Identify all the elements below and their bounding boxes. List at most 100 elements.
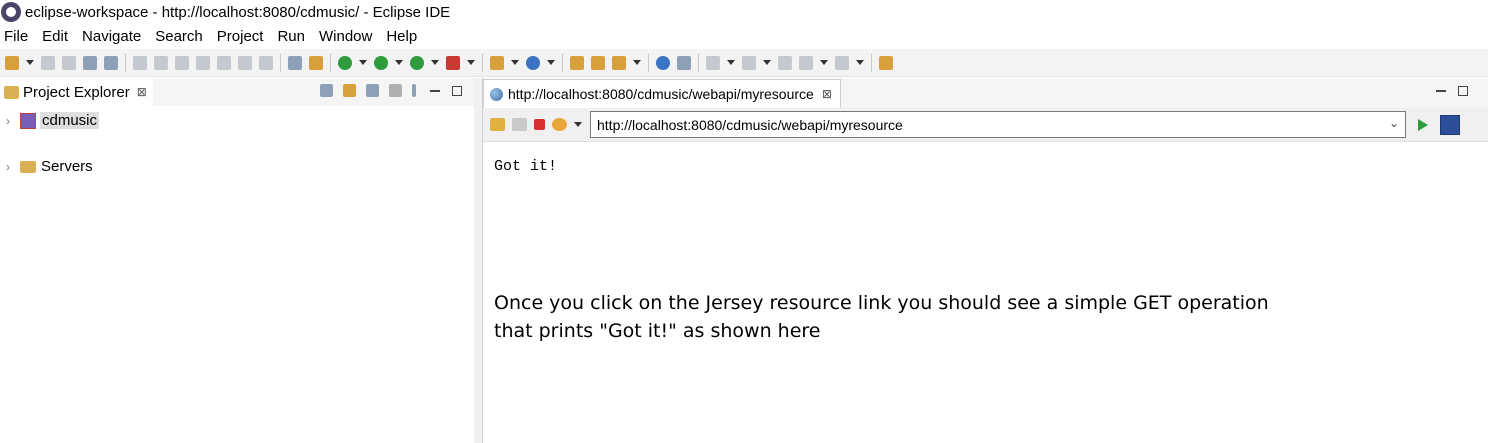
previous-annotation-icon[interactable] xyxy=(742,55,756,70)
last-edit-location-icon[interactable] xyxy=(778,55,792,70)
toolbar-separator xyxy=(648,53,649,72)
tree-item-label: Servers xyxy=(41,158,93,175)
toolbar-separator xyxy=(482,53,483,72)
menu-run[interactable]: Run xyxy=(277,28,305,45)
new-java-package-icon[interactable] xyxy=(490,55,504,70)
focus-icon[interactable] xyxy=(389,84,402,97)
eclipse-app-icon xyxy=(1,2,21,22)
stop-icon[interactable] xyxy=(534,119,545,130)
go-icon[interactable] xyxy=(1418,118,1428,131)
back-dropdown-icon[interactable] xyxy=(820,60,828,65)
link-with-editor-icon[interactable] xyxy=(343,84,356,97)
save-all-icon[interactable] xyxy=(62,55,76,70)
tree-item-label: cdmusic xyxy=(40,112,100,129)
browser-nav-bar: http://localhost:8080/cdmusic/webapi/myr… xyxy=(483,108,1488,142)
tab-label: Project Explorer xyxy=(23,83,130,101)
forward-icon[interactable] xyxy=(835,55,849,70)
menu-file[interactable]: File xyxy=(4,28,28,45)
filter-icon[interactable] xyxy=(366,84,379,97)
history-dropdown-icon[interactable] xyxy=(574,122,582,127)
disconnect-icon[interactable] xyxy=(196,55,210,70)
back-icon[interactable] xyxy=(799,55,813,70)
resume-icon[interactable] xyxy=(133,55,147,70)
back-icon[interactable] xyxy=(490,118,505,131)
search-dropdown-icon[interactable] xyxy=(633,60,641,65)
project-explorer-icon xyxy=(4,85,19,99)
coverage-icon[interactable] xyxy=(410,55,424,70)
search-icon[interactable] xyxy=(612,55,626,70)
close-icon[interactable]: ⊠ xyxy=(137,85,147,99)
menu-navigate[interactable]: Navigate xyxy=(82,28,141,45)
skip-breakpoints-icon[interactable] xyxy=(104,55,118,70)
step-over-icon[interactable] xyxy=(238,55,252,70)
tab-label: http://localhost:8080/cdmusic/webapi/myr… xyxy=(508,86,814,102)
open-task-icon[interactable] xyxy=(591,55,605,70)
tree-item-servers[interactable]: › Servers xyxy=(6,158,93,175)
toolbar-separator xyxy=(871,53,872,72)
new-dropdown-icon[interactable] xyxy=(26,60,34,65)
next-annotation-dropdown-icon[interactable] xyxy=(727,60,735,65)
url-input[interactable]: http://localhost:8080/cdmusic/webapi/myr… xyxy=(590,111,1406,138)
open-perspective-icon[interactable] xyxy=(879,55,893,70)
expand-arrow-icon[interactable]: › xyxy=(6,114,20,128)
debug-dropdown-icon[interactable] xyxy=(359,60,367,65)
open-external-browser-icon[interactable] xyxy=(1440,114,1460,135)
word-wrap-icon[interactable] xyxy=(288,55,302,70)
new-java-package-dropdown-icon[interactable] xyxy=(511,60,519,65)
external-tools-dropdown-icon[interactable] xyxy=(467,60,475,65)
forward-icon[interactable] xyxy=(512,118,527,131)
minimize-icon[interactable] xyxy=(430,89,440,92)
coverage-dropdown-icon[interactable] xyxy=(431,60,439,65)
terminate-icon[interactable] xyxy=(175,55,189,70)
close-icon[interactable]: ⊠ xyxy=(822,87,832,101)
run-icon[interactable] xyxy=(374,55,388,70)
external-tools-icon[interactable] xyxy=(446,55,460,70)
previous-annotation-dropdown-icon[interactable] xyxy=(763,60,771,65)
run-dropdown-icon[interactable] xyxy=(395,60,403,65)
debug-icon[interactable] xyxy=(338,55,352,70)
new-class-icon[interactable] xyxy=(526,55,540,70)
save-icon[interactable] xyxy=(41,55,55,70)
globe-icon xyxy=(490,87,503,101)
menu-project[interactable]: Project xyxy=(217,28,264,45)
toolbar-separator xyxy=(698,53,699,72)
menu-search[interactable]: Search xyxy=(155,28,203,45)
step-into-icon[interactable] xyxy=(217,55,231,70)
suspend-icon[interactable] xyxy=(154,55,168,70)
panel-splitter[interactable] xyxy=(474,78,482,443)
minimize-icon[interactable] xyxy=(1436,90,1446,92)
console-icon[interactable] xyxy=(83,55,97,70)
maximize-icon[interactable] xyxy=(1458,86,1468,96)
menu-bar: File Edit Navigate Search Project Run Wi… xyxy=(0,25,1488,48)
tree-item-cdmusic[interactable]: › cdmusic xyxy=(6,112,100,129)
project-explorer-tabbar: Project Explorer ⊠ xyxy=(0,78,474,106)
chevron-down-icon[interactable]: ⌄ xyxy=(1389,116,1399,130)
show-whitespace-icon[interactable] xyxy=(309,55,323,70)
browser-editor-panel: http://localhost:8080/cdmusic/webapi/myr… xyxy=(482,78,1488,443)
new-class-dropdown-icon[interactable] xyxy=(547,60,555,65)
web-browser-icon[interactable] xyxy=(656,55,670,70)
toolbar-separator xyxy=(125,53,126,72)
open-type-icon[interactable] xyxy=(570,55,584,70)
new-icon[interactable] xyxy=(5,55,19,70)
response-text: Got it! xyxy=(494,158,558,175)
annotation-text: Once you click on the Jersey resource li… xyxy=(494,289,1274,345)
main-toolbar xyxy=(0,49,1488,77)
expand-arrow-icon[interactable]: › xyxy=(6,160,20,174)
next-annotation-icon[interactable] xyxy=(706,55,720,70)
menu-edit[interactable]: Edit xyxy=(42,28,68,45)
refresh-icon[interactable] xyxy=(552,118,567,131)
collapse-all-icon[interactable] xyxy=(320,84,333,97)
maximize-icon[interactable] xyxy=(452,85,462,96)
menu-window[interactable]: Window xyxy=(319,28,372,45)
view-menu-icon[interactable] xyxy=(412,84,416,97)
tab-browser[interactable]: http://localhost:8080/cdmusic/webapi/myr… xyxy=(483,79,841,108)
step-return-icon[interactable] xyxy=(259,55,273,70)
window-title: eclipse-workspace - http://localhost:808… xyxy=(25,3,451,21)
annotation-icon[interactable] xyxy=(677,55,691,70)
menu-help[interactable]: Help xyxy=(386,28,417,45)
tab-project-explorer[interactable]: Project Explorer ⊠ xyxy=(0,78,153,106)
toolbar-separator xyxy=(330,53,331,72)
editor-tools xyxy=(1422,86,1468,96)
forward-dropdown-icon[interactable] xyxy=(856,60,864,65)
